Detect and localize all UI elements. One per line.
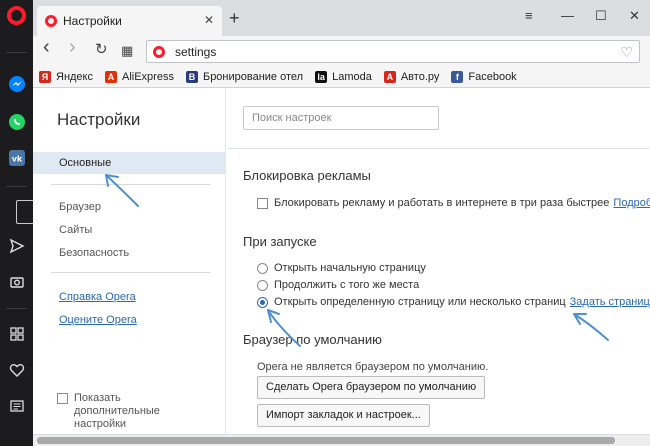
address-toolbar: ‹ › ↻ ▦ settings ♡ (33, 36, 650, 66)
bookmark-item[interactable]: B Бронирование отел (185, 70, 304, 83)
back-button[interactable]: ‹ (43, 37, 50, 57)
scrollbar-thumb[interactable] (37, 437, 615, 444)
send-icon[interactable] (7, 236, 26, 255)
bookmark-label: AliExpress (122, 70, 174, 83)
aliexpress-icon: A (105, 70, 117, 83)
startup-heading: При запуске (243, 234, 317, 249)
close-tab-icon[interactable]: ✕ (204, 13, 214, 27)
bookmark-label: Facebook (468, 70, 517, 83)
bookmark-item[interactable]: la Lamoda (315, 70, 372, 83)
lamoda-icon: la (315, 70, 328, 83)
reload-button[interactable]: ↻ (95, 42, 108, 58)
bookmark-label: Бронирование отел (202, 70, 304, 83)
address-bar[interactable]: settings ♡ (146, 40, 640, 63)
advanced-label: Показать дополнительные настройки (74, 392, 160, 430)
show-advanced-settings[interactable]: Показать дополнительные настройки (57, 392, 204, 431)
advanced-checkbox[interactable] (57, 393, 68, 404)
nav-divider (51, 184, 211, 185)
window-menu-icon[interactable]: ≡ (525, 8, 533, 23)
opera-tab-icon (45, 15, 57, 27)
adblock-more-link[interactable]: Подробнее... (613, 197, 650, 209)
sidebar-divider (6, 308, 27, 309)
autoru-icon: A (383, 70, 396, 83)
default-browser-heading: Браузер по умолчанию (243, 332, 382, 347)
bookmark-item[interactable]: A Авто.ру (383, 70, 440, 83)
adblock-row[interactable]: Блокировать рекламу и работать в интерне… (257, 197, 650, 209)
tab-title: Настройки (63, 14, 122, 28)
news-icon[interactable] (7, 396, 26, 415)
svg-text:vk: vk (11, 154, 22, 163)
default-browser-note: Opera не является браузером по умолчанию… (257, 361, 489, 373)
settings-title: Настройки (57, 110, 141, 129)
settings-nav-browser[interactable]: Браузер (33, 196, 226, 218)
maximize-button[interactable]: ☐ (595, 8, 607, 24)
startup-radio-specific-pages[interactable] (257, 296, 268, 308)
startup-option-row[interactable]: Открыть определенную страницу или нескол… (257, 296, 650, 308)
new-tab-button[interactable]: + (229, 9, 240, 27)
bookmark-item[interactable]: A AliExpress (105, 70, 174, 83)
tab-bar: Настройки ✕ + ≡ — ☐ ✕ (33, 0, 650, 36)
bookmark-item[interactable]: Я Яндекс (39, 70, 93, 83)
settings-nav-sites[interactable]: Сайты (33, 219, 226, 241)
url-text[interactable]: settings (175, 45, 216, 59)
horizontal-scrollbar[interactable] (33, 434, 650, 446)
booking-icon: B (185, 70, 198, 83)
settings-search-input[interactable]: Поиск настроек (243, 106, 439, 130)
opera-sidebar: vk (0, 0, 212, 446)
make-default-button[interactable]: Сделать Opera браузером по умолчанию (257, 376, 486, 399)
opera-help-link[interactable]: Справка Opera (59, 291, 136, 303)
adblock-checkbox[interactable] (257, 197, 268, 209)
startup-option-row[interactable]: Продолжить с того же места (257, 279, 419, 291)
bookmarks-bar: Я Яндекс A AliExpress B Бронирование отел la La… (33, 66, 650, 88)
settings-sidebar: Настройки Основные Браузер Сайты Безопас… (33, 88, 226, 434)
adblock-label: Блокировать рекламу и работать в интерне… (274, 197, 610, 209)
nav-divider (51, 272, 211, 273)
bookmark-label: Авто.ру (400, 70, 440, 83)
startup-option-label: Продолжить с того же места (274, 279, 420, 291)
camera-icon[interactable] (7, 272, 26, 291)
set-pages-link[interactable]: Задать страницы (570, 296, 650, 308)
opera-url-icon (153, 45, 165, 58)
bookmark-item[interactable]: f Facebook (451, 70, 517, 83)
adblock-heading: Блокировка рекламы (243, 168, 371, 183)
sidebar-divider (6, 52, 27, 53)
settings-main: Поиск настроек Блокировка рекламы Блокир… (227, 88, 650, 434)
bookmark-label: Яндекс (56, 70, 93, 83)
close-window-button[interactable]: ✕ (629, 8, 640, 24)
startup-option-row[interactable]: Открыть начальную страницу (257, 262, 426, 274)
vk-icon[interactable]: vk (7, 148, 26, 167)
yandex-icon: Я (39, 70, 51, 83)
whatsapp-icon[interactable] (7, 112, 26, 131)
rate-opera-link[interactable]: Оцените Opera (59, 314, 137, 326)
speed-dial-button[interactable]: ▦ (121, 43, 133, 59)
settings-nav-basic[interactable]: Основные (33, 152, 226, 174)
bookmark-heart-icon[interactable]: ♡ (620, 44, 633, 61)
facebook-icon: f (451, 70, 464, 83)
bookmark-label: Lamoda (332, 70, 372, 83)
startup-radio-start-page[interactable] (257, 262, 268, 274)
forward-button[interactable]: › (69, 37, 76, 57)
tab-settings[interactable]: Настройки ✕ (37, 6, 222, 36)
settings-nav-security[interactable]: Безопасность (33, 242, 226, 264)
minimize-button[interactable]: — (561, 8, 574, 23)
messenger-icon[interactable] (7, 74, 26, 93)
sidebar-divider (6, 186, 27, 187)
startup-option-label: Открыть начальную страницу (274, 262, 426, 274)
heart-icon[interactable] (7, 360, 26, 379)
startup-radio-continue[interactable] (257, 279, 268, 291)
startup-option-label: Открыть определенную страницу или нескол… (274, 296, 566, 308)
section-divider (227, 148, 650, 149)
speed-dial-icon[interactable] (7, 324, 26, 343)
import-bookmarks-button[interactable]: Импорт закладок и настроек... (257, 404, 430, 427)
opera-logo-icon[interactable] (7, 6, 26, 25)
